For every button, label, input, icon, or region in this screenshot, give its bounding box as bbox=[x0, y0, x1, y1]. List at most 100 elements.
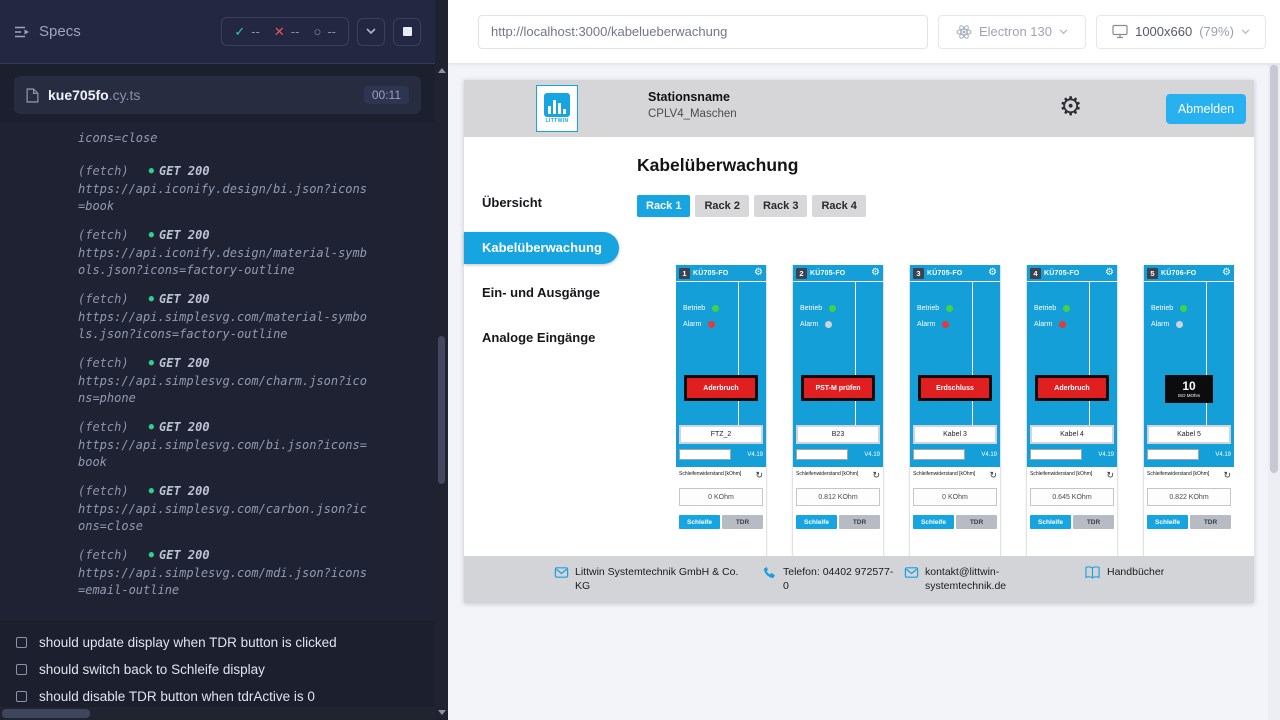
tab-rack-1[interactable]: Rack 1 bbox=[637, 195, 690, 217]
rack-number: 3 bbox=[913, 268, 924, 279]
meter-label: Schleifenwiderstand [kOhm] bbox=[679, 471, 741, 477]
rack-input-box bbox=[1147, 449, 1199, 460]
viewport-select[interactable]: 1000x660 (79%) bbox=[1096, 15, 1266, 49]
page-scrollbar-thumb[interactable] bbox=[1270, 65, 1278, 473]
refresh-icon[interactable]: ↻ bbox=[1106, 471, 1114, 480]
betrieb-label: Betrieb bbox=[1034, 305, 1056, 312]
alarm-label: Alarm bbox=[683, 321, 701, 328]
tdr-button[interactable]: TDR bbox=[839, 515, 880, 529]
measurement-value: 0 KOhm bbox=[913, 488, 997, 506]
footer-contact-text: Telefon: 04402 972577-0 bbox=[783, 565, 895, 593]
rack-number: 1 bbox=[679, 268, 690, 279]
log-status: GET 200 bbox=[159, 291, 210, 308]
network-log-entry[interactable]: (fetch)●GET 200https://api.simplesvg.com… bbox=[78, 355, 385, 407]
refresh-icon[interactable]: ↻ bbox=[989, 471, 997, 480]
schleife-button[interactable]: Schleife bbox=[913, 515, 954, 529]
rack-settings-icon[interactable]: ⚙ bbox=[871, 268, 880, 278]
network-log-entry[interactable]: (fetch)●GET 200https://api.simplesvg.com… bbox=[78, 483, 385, 535]
sidebar-item-2[interactable]: Kabelüberwachung bbox=[464, 232, 619, 264]
scroll-down-arrow-icon[interactable] bbox=[438, 710, 446, 715]
rack-input-box bbox=[1030, 449, 1082, 460]
fail-icon: ✕ bbox=[274, 25, 285, 38]
settings-gear-icon[interactable]: ⚙ bbox=[1059, 86, 1082, 128]
cable-name: FTZ_2 bbox=[681, 427, 761, 442]
schleife-button[interactable]: Schleife bbox=[1030, 515, 1071, 529]
phone-icon bbox=[762, 565, 777, 584]
rack-divider bbox=[1089, 282, 1090, 425]
network-log-entry[interactable]: (fetch)●GET 200https://api.iconify.desig… bbox=[78, 227, 385, 279]
tdr-button[interactable]: TDR bbox=[1190, 515, 1231, 529]
test-state-icon bbox=[16, 664, 27, 675]
browser-bar: http://localhost:3000/kabelueberwachung … bbox=[448, 0, 1280, 64]
stop-button[interactable] bbox=[393, 18, 421, 46]
footer-contact-item[interactable]: Littwin Systemtechnik GmbH & Co. KG bbox=[554, 565, 747, 593]
pass-icon: ✓ bbox=[234, 25, 245, 38]
rack-meter-panel: Schleifenwiderstand [kOhm]↻0 KOhmSchleif… bbox=[676, 467, 766, 556]
aut-container: LITTWIN Stationsname CPLV4_Maschen ⚙ Abm… bbox=[448, 64, 1280, 720]
rack-divider bbox=[855, 282, 856, 425]
page-scrollbar[interactable] bbox=[1268, 64, 1280, 720]
specs-label: Specs bbox=[39, 23, 81, 40]
tdr-button[interactable]: TDR bbox=[722, 515, 763, 529]
footer-contact-item[interactable]: Handbücher bbox=[1084, 565, 1164, 584]
footer-contact-item[interactable]: kontakt@littwin-systemtechnik.de bbox=[904, 565, 1047, 593]
status-dot-icon: ● bbox=[149, 163, 154, 180]
test-title-row[interactable]: should update display when TDR button is… bbox=[0, 629, 435, 656]
tab-rack-3[interactable]: Rack 3 bbox=[754, 195, 807, 217]
station-name: CPLV4_Maschen bbox=[648, 108, 737, 120]
sidebar-item-4[interactable]: Analoge Eingänge bbox=[464, 322, 610, 354]
status-dot-icon: ● bbox=[149, 291, 154, 308]
refresh-icon[interactable]: ↻ bbox=[872, 471, 880, 480]
sidebar-item-3[interactable]: Ein- und Ausgänge bbox=[464, 277, 610, 309]
url-input[interactable]: http://localhost:3000/kabelueberwachung bbox=[478, 15, 928, 49]
tdr-button[interactable]: TDR bbox=[956, 515, 997, 529]
test-title: should update display when TDR button is… bbox=[39, 635, 337, 650]
network-log-entry[interactable]: (fetch)●GET 200https://api.iconify.desig… bbox=[78, 163, 385, 215]
rack-settings-icon[interactable]: ⚙ bbox=[1222, 268, 1231, 278]
url-text: http://localhost:3000/kabelueberwachung bbox=[491, 24, 727, 39]
network-log-entry[interactable]: (fetch)●GET 200https://api.simplesvg.com… bbox=[78, 291, 385, 343]
network-log-entry[interactable]: (fetch)●GET 200https://api.simplesvg.com… bbox=[78, 547, 385, 599]
rack-version: V4.19 bbox=[864, 452, 880, 458]
tdr-button[interactable]: TDR bbox=[1073, 515, 1114, 529]
network-log-entry[interactable]: (fetch)●GET 200https://api.simplesvg.com… bbox=[78, 419, 385, 471]
schleife-button[interactable]: Schleife bbox=[1147, 515, 1188, 529]
tab-rack-2[interactable]: Rack 2 bbox=[695, 195, 748, 217]
log-source: (fetch) bbox=[78, 355, 129, 372]
betrieb-label: Betrieb bbox=[683, 305, 705, 312]
specs-menu-button[interactable]: Specs bbox=[14, 23, 81, 40]
spec-header[interactable]: kue705fo.cy.ts 00:11 bbox=[14, 76, 421, 114]
collapse-all-button[interactable] bbox=[357, 18, 385, 46]
footer-contact-item[interactable]: Telefon: 04402 972577-0 bbox=[762, 565, 895, 593]
reporter-scrollbar[interactable] bbox=[435, 0, 448, 720]
viewport-icon bbox=[1112, 24, 1128, 39]
footer-contact-text: kontakt@littwin-systemtechnik.de bbox=[925, 565, 1047, 593]
rack-settings-icon[interactable]: ⚙ bbox=[1105, 268, 1114, 278]
scroll-up-arrow-icon[interactable] bbox=[438, 68, 446, 73]
tab-rack-4[interactable]: Rack 4 bbox=[812, 195, 865, 217]
rack-model: KÜ705-FO bbox=[693, 270, 728, 277]
test-title-row[interactable]: should switch back to Schleife display bbox=[0, 656, 435, 683]
sidebar-item-1[interactable]: Übersicht bbox=[464, 187, 610, 219]
refresh-icon[interactable]: ↻ bbox=[1223, 471, 1231, 480]
measurement-value: 0.645 KOhm bbox=[1030, 488, 1114, 506]
reporter-scrollbar-thumb[interactable] bbox=[438, 336, 445, 484]
rack-version: V4.19 bbox=[1098, 452, 1114, 458]
test-title-row[interactable]: should disable TDR button when tdrActive… bbox=[0, 683, 435, 710]
log-status: GET 200 bbox=[159, 163, 210, 180]
logout-button[interactable]: Abmelden bbox=[1166, 94, 1246, 124]
browser-select[interactable]: Electron 130 bbox=[938, 15, 1086, 49]
rack-settings-icon[interactable]: ⚙ bbox=[988, 268, 997, 278]
rack-status-display: PST-M prüfen bbox=[801, 375, 875, 401]
rack-settings-icon[interactable]: ⚙ bbox=[754, 268, 763, 278]
rack-status-display: 10ISO MOhm bbox=[1165, 375, 1213, 403]
alarm-led-icon bbox=[1176, 321, 1183, 328]
schleife-button[interactable]: Schleife bbox=[796, 515, 837, 529]
horizontal-scrollbar-thumb[interactable] bbox=[2, 709, 90, 718]
schleife-button[interactable]: Schleife bbox=[679, 515, 720, 529]
test-title: should disable TDR button when tdrActive… bbox=[39, 689, 315, 704]
horizontal-scrollbar[interactable] bbox=[0, 707, 435, 720]
station-info: Stationsname CPLV4_Maschen bbox=[648, 90, 737, 120]
log-url: https://api.simplesvg.com/mdi.json?icons… bbox=[78, 565, 370, 599]
refresh-icon[interactable]: ↻ bbox=[755, 471, 763, 480]
